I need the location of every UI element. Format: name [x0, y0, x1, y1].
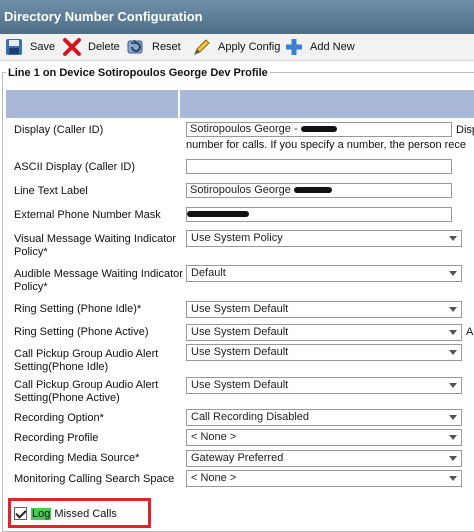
reset-icon	[126, 37, 146, 57]
save-button[interactable]: Save	[4, 37, 55, 57]
ascii-display-label: ASCII Display (Caller ID)	[14, 161, 136, 173]
chevron-down-icon	[449, 383, 457, 388]
ring-idle-value: Use System Default	[191, 303, 289, 315]
monitoring-css-value: < None >	[191, 472, 237, 484]
audible-mwi-select[interactable]: Default	[186, 265, 462, 282]
recording-profile-select[interactable]: < None >	[186, 429, 462, 446]
display-input[interactable]: Sotiropoulos George -	[186, 122, 452, 137]
recording-media-label-text: Recording Media Source	[14, 452, 136, 464]
save-icon	[4, 37, 24, 57]
pickup-active-select[interactable]: Use System Default	[186, 377, 462, 394]
ring-idle-label: Ring Setting (Phone Idle)*	[14, 303, 184, 316]
log-highlight: Log	[31, 508, 52, 520]
delete-label: Delete	[88, 41, 120, 53]
audible-mwi-label-text: Audible Message Waiting Indicator Policy	[14, 268, 183, 293]
chevron-down-icon	[449, 456, 457, 461]
required-star: *	[136, 303, 142, 315]
display-hint-right: Disp	[456, 124, 474, 136]
required-star: *	[99, 412, 104, 424]
ascii-display-input[interactable]	[186, 159, 452, 174]
pickup-idle-label: Call Pickup Group Audio Alert Setting(Ph…	[14, 348, 159, 373]
visual-mwi-value: Use System Policy	[191, 232, 283, 244]
plus-icon	[284, 37, 304, 57]
recording-profile-label: Recording Profile	[14, 432, 99, 444]
missed-calls-text: Missed Calls	[54, 508, 117, 520]
monitoring-css-label: Monitoring Calling Search Space	[14, 473, 175, 485]
audible-mwi-label: Audible Message Waiting Indicator Policy…	[14, 268, 184, 294]
pencil-icon	[192, 37, 212, 57]
recording-media-value: Gateway Preferred	[191, 452, 284, 464]
header-band-right	[180, 90, 474, 118]
recording-option-label-text: Recording Option	[14, 412, 100, 424]
redaction-mark	[187, 211, 249, 218]
chevron-down-icon	[449, 307, 457, 312]
required-star: *	[43, 281, 48, 293]
external-mask-input[interactable]	[186, 207, 452, 222]
line-text-label-input[interactable]: Sotiropoulos George	[186, 183, 452, 198]
apply-config-label: Apply Config	[218, 41, 281, 53]
log-missed-calls-checkbox[interactable]	[14, 507, 27, 520]
chevron-down-icon	[449, 271, 457, 276]
chevron-down-icon	[449, 415, 457, 420]
redaction-mark	[293, 187, 332, 194]
delete-x-icon	[62, 37, 82, 57]
recording-media-label: Recording Media Source*	[14, 452, 184, 465]
external-mask-label: External Phone Number Mask	[14, 209, 161, 221]
recording-profile-value: < None >	[191, 431, 237, 443]
window-title: Directory Number Configuration	[0, 0, 474, 34]
required-star: *	[43, 246, 48, 258]
pickup-active-value: Use System Default	[191, 379, 289, 391]
line-text-label-label: Line Text Label	[14, 185, 88, 197]
recording-option-select[interactable]: Call Recording Disabled	[186, 409, 462, 426]
pickup-idle-select[interactable]: Use System Default	[186, 344, 462, 361]
ring-active-hint: A	[466, 326, 474, 338]
add-new-button[interactable]: Add New	[284, 37, 355, 57]
redaction-mark	[300, 126, 337, 133]
required-star: *	[135, 452, 140, 464]
line-text-label-value: Sotiropoulos George	[190, 184, 291, 196]
reset-label: Reset	[152, 41, 181, 53]
monitoring-css-select[interactable]: < None >	[186, 470, 462, 487]
toolbar: Save Delete Reset Apply Config Add New	[0, 34, 474, 61]
delete-button[interactable]: Delete	[62, 37, 120, 57]
section-legend: Line 1 on Device Sotiropoulos George Dev…	[6, 67, 270, 79]
visual-mwi-label-text: Visual Message Waiting Indicator Policy	[14, 233, 177, 258]
chevron-down-icon	[449, 236, 457, 241]
chevron-down-icon	[449, 350, 457, 355]
apply-config-button[interactable]: Apply Config	[192, 37, 280, 57]
recording-option-label: Recording Option*	[14, 412, 184, 425]
pickup-active-label: Call Pickup Group Audio Alert Setting(Ph…	[14, 379, 159, 404]
save-label: Save	[30, 41, 56, 53]
pickup-idle-value: Use System Default	[191, 346, 289, 358]
display-label: Display (Caller ID)	[14, 124, 104, 136]
visual-mwi-label: Visual Message Waiting Indicator Policy*	[14, 233, 184, 259]
audible-mwi-value: Default	[191, 267, 226, 279]
visual-mwi-select[interactable]: Use System Policy	[186, 230, 462, 247]
recording-option-value: Call Recording Disabled	[191, 411, 310, 423]
chevron-down-icon	[449, 330, 457, 335]
log-missed-calls-label: Log Missed Calls	[31, 508, 117, 520]
reset-button[interactable]: Reset	[126, 37, 181, 57]
ring-active-value: Use System Default	[191, 326, 289, 338]
add-new-label: Add New	[310, 41, 355, 53]
display-value: Sotiropoulos George -	[190, 123, 298, 135]
display-hint-below: number for calls. If you specify a numbe…	[186, 139, 467, 151]
chevron-down-icon	[449, 476, 457, 481]
ring-active-label: Ring Setting (Phone Active)	[14, 326, 149, 338]
chevron-down-icon	[449, 435, 457, 440]
ring-idle-label-text: Ring Setting (Phone Idle)	[14, 303, 137, 315]
header-band-left	[6, 90, 178, 118]
ring-idle-select[interactable]: Use System Default	[186, 301, 462, 318]
ring-active-select[interactable]: Use System Default	[186, 324, 462, 341]
recording-media-select[interactable]: Gateway Preferred	[186, 450, 462, 467]
